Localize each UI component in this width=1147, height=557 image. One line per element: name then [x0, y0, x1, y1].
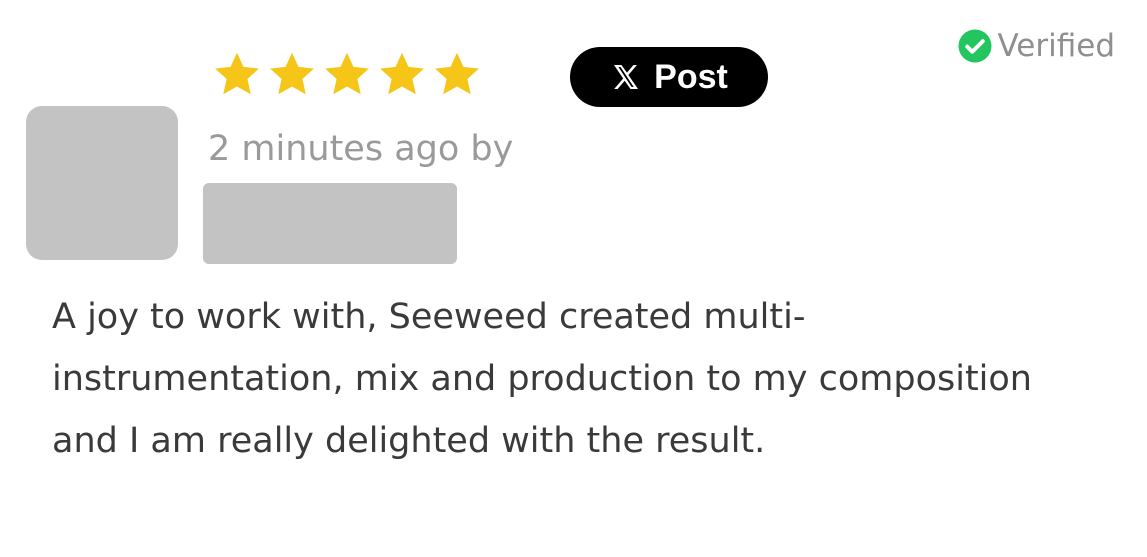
verified-badge: Verified — [957, 28, 1115, 64]
review-text-line: and I am really delighted with the resul… — [52, 421, 766, 461]
star-icon — [325, 52, 369, 95]
check-circle-icon — [958, 29, 992, 63]
x-logo-icon — [614, 65, 639, 89]
review-text-line: A joy to work with, Seeweed created mult… — [52, 297, 806, 337]
review-timestamp: 2 minutes ago by — [208, 129, 514, 169]
x-post-button[interactable]: Post — [570, 47, 768, 107]
review-text-line: instrumentation, mix and production to m… — [52, 359, 1032, 399]
star-icon — [380, 52, 424, 95]
avatar — [26, 106, 178, 260]
author-name-redacted — [203, 183, 457, 264]
verified-label: Verified — [997, 27, 1115, 64]
post-button-label: Post — [654, 58, 728, 96]
star-icon — [435, 52, 479, 95]
star-icon — [270, 52, 314, 95]
review-text: A joy to work with, Seeweed created mult… — [52, 286, 1122, 472]
star-icon — [215, 52, 259, 95]
star-rating — [210, 49, 484, 99]
